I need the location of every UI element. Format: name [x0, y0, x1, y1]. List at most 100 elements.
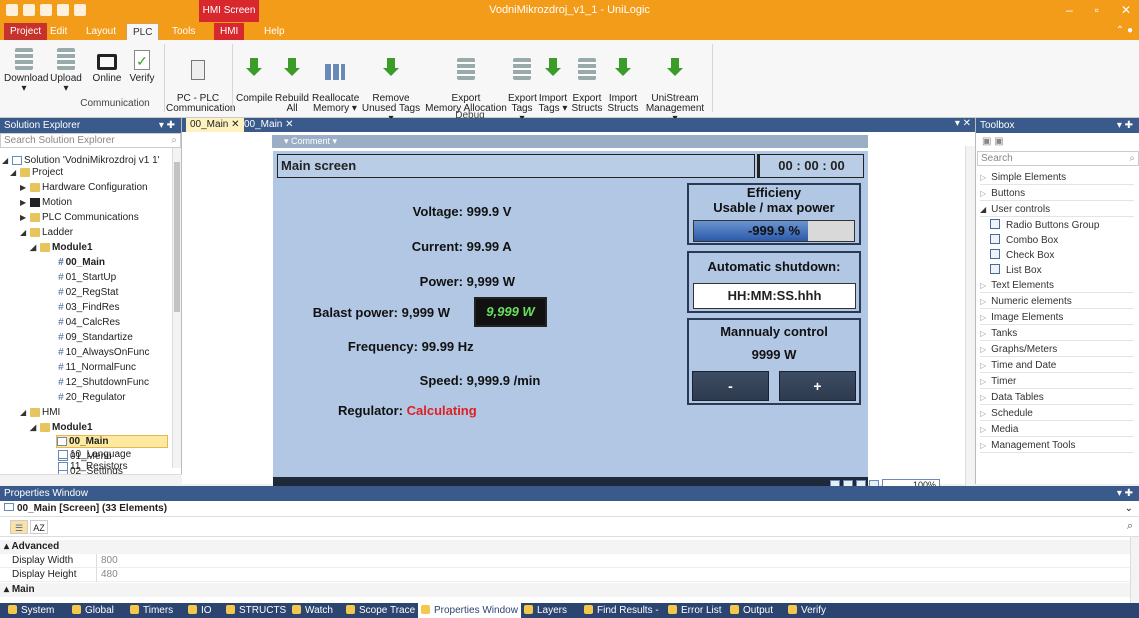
close-tab-icon[interactable]: ✕ [285, 119, 293, 130]
tree-item-hmi-module1[interactable]: ◢ Module1 [30, 421, 93, 434]
tab-tools[interactable]: Tools [166, 23, 201, 40]
toolbox-tanks[interactable]: ▷ Tanks [980, 326, 1134, 341]
pin-icon[interactable]: ▾ ✚ [159, 118, 175, 133]
status-tab-global[interactable]: Global [72, 603, 114, 618]
tree-item-10-alwaysonfunc[interactable]: #10_AlwaysOnFunc [58, 346, 150, 359]
tree-item-ladder-00-main[interactable]: #00_Main [58, 256, 105, 269]
categorized-sort-button[interactable]: ☰ [10, 520, 28, 534]
import-tags-button[interactable]: Import Tags ▾ [538, 46, 568, 124]
toolbox-data-tables[interactable]: ▷ Data Tables [980, 390, 1134, 405]
category-advanced[interactable]: ▴ Advanced [0, 540, 1130, 554]
tree-item-11-resistors[interactable]: 11_Resistors [58, 460, 128, 473]
shutdown-time-field[interactable]: HH:MM:SS.hhh [693, 283, 856, 309]
toolbox-radio-buttons-group[interactable]: Radio Buttons Group [990, 218, 1139, 233]
tree-item-ladder[interactable]: ◢ Ladder [20, 226, 73, 239]
upload-button[interactable]: Upload ▾ [46, 46, 86, 94]
tab-hmi[interactable]: HMI [214, 23, 245, 40]
toolbox-list-box[interactable]: List Box [990, 263, 1139, 278]
toolbox-numeric-elements[interactable]: ▷ Numeric elements [980, 294, 1134, 309]
status-tab-structs[interactable]: STRUCTS [226, 603, 286, 618]
tab-help[interactable]: Help [258, 23, 291, 40]
chevron-down-icon[interactable]: ⌄ [1125, 501, 1133, 517]
property-display-width[interactable]: Display Width 800 [0, 554, 1130, 568]
download-button[interactable]: Download ▾ [4, 46, 48, 94]
close-icon[interactable]: ✕ [1121, 3, 1131, 17]
status-tab-scope-trace[interactable]: Scope Trace [346, 603, 415, 618]
tree-item-project[interactable]: ◢ Project [10, 166, 63, 179]
alphabetical-sort-button[interactable]: AZ [30, 520, 48, 534]
tree-item-12-shutdownfunc[interactable]: #12_ShutdownFunc [58, 376, 149, 389]
category-main[interactable]: ▴ Main [0, 583, 1130, 597]
toolbox-user-controls[interactable]: ◢ User controls [980, 202, 1134, 217]
status-tab-watch[interactable]: Watch [292, 603, 333, 618]
balast-power-input[interactable]: 9,999 W [474, 297, 547, 327]
toolbox-combo-box[interactable]: Combo Box [990, 233, 1139, 248]
toolbox-buttons[interactable]: ▷ Buttons [980, 186, 1134, 201]
status-tab-properties-window[interactable]: Properties Window [418, 603, 521, 618]
tree-item-plc-communications[interactable]: ▶ PLC Communications [20, 211, 139, 224]
tree-item-04-calcres[interactable]: #04_CalcRes [58, 316, 120, 329]
status-tab-io[interactable]: IO [188, 603, 212, 618]
verify-button[interactable]: ✓ Verify [126, 46, 158, 84]
comment-bar[interactable]: ▾ Comment ▾ [272, 135, 868, 148]
tree-item-ladder-module1[interactable]: ◢ Module1 [30, 241, 93, 254]
toolbox-media[interactable]: ▷ Media [980, 422, 1134, 437]
solution-horizontal-scrollbar[interactable] [0, 474, 182, 484]
pin-icon[interactable]: ▾ ✚ [1117, 486, 1133, 501]
tab-plc[interactable]: PLC [126, 23, 160, 40]
restore-icon[interactable]: ▫ [1095, 3, 1099, 17]
doc-tab-00-main[interactable]: 00_Main ✕ [240, 118, 298, 132]
tree-item-03-findres[interactable]: #03_FindRes [58, 301, 119, 314]
rebuild-all-button[interactable]: Rebuild All [274, 46, 310, 124]
toolbox-timer[interactable]: ▷ Timer [980, 374, 1134, 389]
increase-button[interactable]: + [779, 371, 856, 401]
status-tab-error-list[interactable]: Error List [668, 603, 722, 618]
toolbox-search-input[interactable]: Search ⌕ [977, 151, 1139, 166]
tab-edit[interactable]: Edit [44, 23, 73, 40]
tab-layout[interactable]: Layout [80, 23, 122, 40]
status-tab-output[interactable]: Output [730, 603, 773, 618]
pin-icon[interactable]: ▾ ✚ [1117, 118, 1133, 133]
toolbox-schedule[interactable]: ▷ Schedule [980, 406, 1134, 421]
close-tab-icon[interactable]: ✕ [231, 119, 239, 130]
online-button[interactable]: Online [90, 46, 124, 84]
tree-item-09-standartize[interactable]: #09_Standartize [58, 331, 133, 344]
tree-item-hardware-configuration[interactable]: ▶ Hardware Configuration [20, 181, 148, 194]
toolbox-view-buttons[interactable]: ▣ ▣ [976, 133, 1139, 151]
tree-item-11-normalfunc[interactable]: #11_NormalFunc [58, 361, 136, 374]
decrease-button[interactable]: - [692, 371, 769, 401]
pc-plc-communication-button[interactable]: PC - PLC Communication [166, 46, 235, 124]
doc-tab-00-main-active[interactable]: 00_Main ✕ [186, 118, 244, 132]
tree-item-20-regulator[interactable]: #20_Regulator [58, 391, 126, 404]
properties-selection[interactable]: 00_Main [Screen] (33 Elements) ⌄ [0, 501, 1139, 517]
toolbox-graphs-meters[interactable]: ▷ Graphs/Meters [980, 342, 1134, 357]
export-structs-button[interactable]: Export Structs [570, 46, 604, 124]
toolbox-image-elements[interactable]: ▷ Image Elements [980, 310, 1134, 325]
properties-vertical-scrollbar[interactable] [1130, 537, 1139, 603]
solution-search-input[interactable]: Search Solution Explorer ⌕ [0, 133, 181, 148]
toolbox-simple-elements[interactable]: ▷ Simple Elements [980, 170, 1134, 185]
property-display-height[interactable]: Display Height 480 [0, 568, 1130, 582]
document-tabs-controls[interactable]: ▾ ✕ [955, 118, 971, 129]
minimize-icon[interactable]: – [1066, 3, 1073, 17]
search-icon[interactable]: ⌕ [1127, 520, 1133, 533]
status-tab-timers[interactable]: Timers [130, 603, 173, 618]
status-tab-verify[interactable]: Verify [788, 603, 826, 618]
status-tab-layers[interactable]: Layers [524, 603, 567, 618]
tree-item-hmi[interactable]: ◢ HMI [20, 406, 60, 419]
reallocate-memory-button[interactable]: Reallocate Memory ▾ [312, 46, 359, 124]
tree-item-hmi-00-main[interactable]: 00_Main [56, 435, 168, 448]
import-structs-button[interactable]: Import Structs [606, 46, 640, 124]
tree-item-01-startup[interactable]: #01_StartUp [58, 271, 116, 284]
status-tab-find-results[interactable]: Find Results - [584, 603, 659, 618]
toolbox-check-box[interactable]: Check Box [990, 248, 1139, 263]
status-tab-system[interactable]: System [8, 603, 54, 618]
toolbox-text-elements[interactable]: ▷ Text Elements [980, 278, 1134, 293]
compile-button[interactable]: Compile [236, 46, 273, 114]
tree-item-motion[interactable]: ▶ Motion [20, 196, 72, 209]
tree-item-02-regstat[interactable]: #02_RegStat [58, 286, 118, 299]
solution-vertical-scrollbar[interactable] [172, 148, 181, 468]
document-vertical-scrollbar[interactable] [965, 146, 975, 492]
ribbon-collapse-icon[interactable]: ⌃ ● [1116, 25, 1133, 36]
toolbox-time-and-date[interactable]: ▷ Time and Date [980, 358, 1134, 373]
